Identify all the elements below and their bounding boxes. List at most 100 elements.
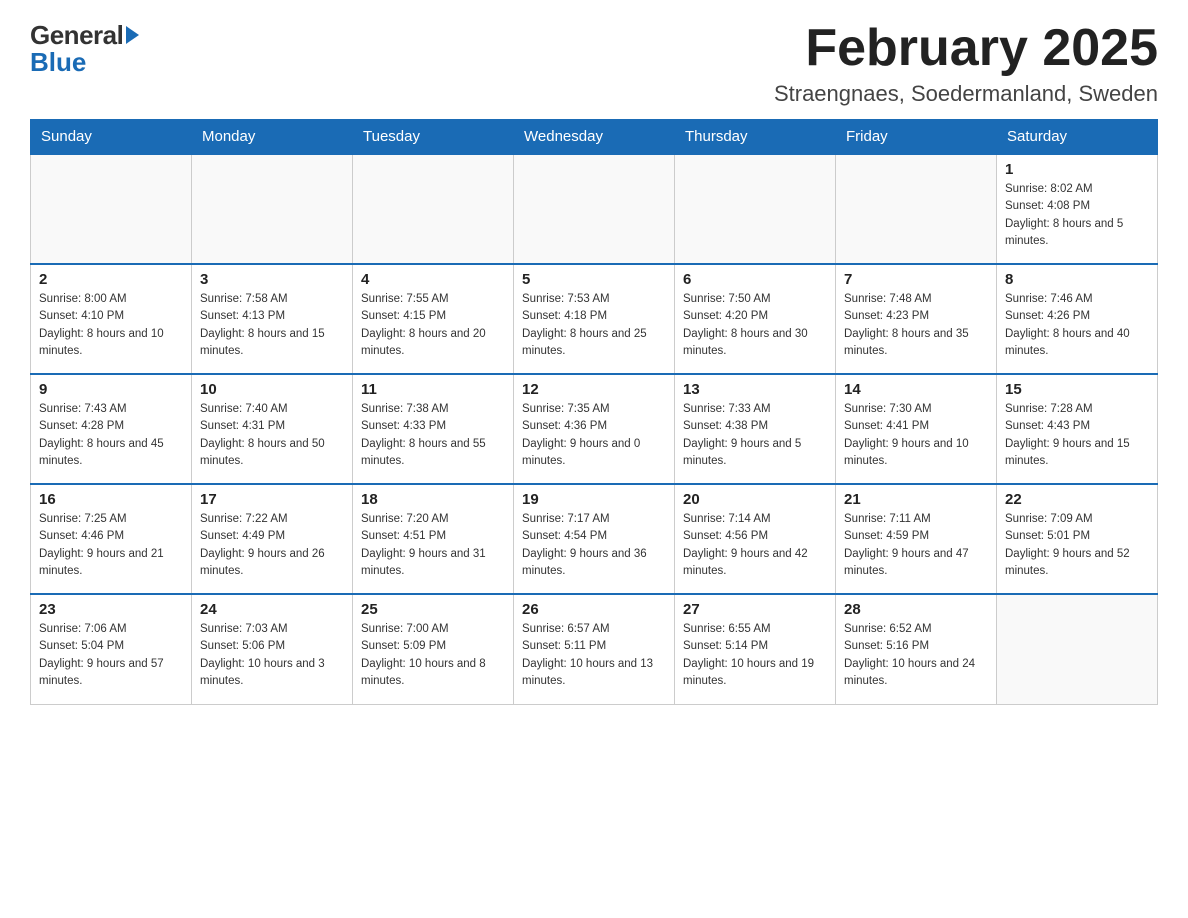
calendar-cell: 22 Sunrise: 7:09 AMSunset: 5:01 PMDayligh…	[997, 484, 1158, 594]
day-number: 16	[39, 491, 183, 508]
calendar-cell: 13 Sunrise: 7:33 AMSunset: 4:38 PMDayligh…	[675, 374, 836, 484]
day-info: Sunrise: 7:09 AMSunset: 5:01 PMDaylight:…	[1005, 511, 1149, 580]
day-info: Sunrise: 7:46 AMSunset: 4:26 PMDaylight:…	[1005, 291, 1149, 360]
weekday-header-friday: Friday	[836, 120, 997, 155]
weekday-header-tuesday: Tuesday	[353, 120, 514, 155]
calendar-cell: 4 Sunrise: 7:55 AMSunset: 4:15 PMDaylight…	[353, 264, 514, 374]
day-number: 8	[1005, 271, 1149, 288]
calendar-cell	[675, 154, 836, 264]
calendar-cell: 11 Sunrise: 7:38 AMSunset: 4:33 PMDayligh…	[353, 374, 514, 484]
calendar-week-row: 2 Sunrise: 8:00 AMSunset: 4:10 PMDaylight…	[31, 264, 1158, 374]
page-header: General Blue February 2025 Straengnaes, …	[30, 20, 1158, 107]
day-info: Sunrise: 8:02 AMSunset: 4:08 PMDaylight:…	[1005, 181, 1149, 250]
day-info: Sunrise: 7:50 AMSunset: 4:20 PMDaylight:…	[683, 291, 827, 360]
calendar-cell: 8 Sunrise: 7:46 AMSunset: 4:26 PMDaylight…	[997, 264, 1158, 374]
day-info: Sunrise: 6:52 AMSunset: 5:16 PMDaylight:…	[844, 621, 988, 690]
calendar-header: SundayMondayTuesdayWednesdayThursdayFrid…	[31, 120, 1158, 155]
day-info: Sunrise: 7:03 AMSunset: 5:06 PMDaylight:…	[200, 621, 344, 690]
logo-blue-text: Blue	[30, 47, 86, 78]
day-number: 15	[1005, 381, 1149, 398]
calendar-week-row: 23 Sunrise: 7:06 AMSunset: 5:04 PMDayligh…	[31, 594, 1158, 704]
day-number: 9	[39, 381, 183, 398]
calendar-cell: 23 Sunrise: 7:06 AMSunset: 5:04 PMDayligh…	[31, 594, 192, 704]
day-number: 18	[361, 491, 505, 508]
weekday-header-sunday: Sunday	[31, 120, 192, 155]
logo: General Blue	[30, 20, 139, 78]
day-number: 13	[683, 381, 827, 398]
day-number: 27	[683, 601, 827, 618]
day-number: 4	[361, 271, 505, 288]
weekday-header-thursday: Thursday	[675, 120, 836, 155]
calendar-cell	[514, 154, 675, 264]
calendar-week-row: 9Sunrise: 7:43 AMSunset: 4:28 PMDaylight…	[31, 374, 1158, 484]
calendar-cell: 3Sunrise: 7:58 AMSunset: 4:13 PMDaylight…	[192, 264, 353, 374]
day-number: 11	[361, 381, 505, 398]
weekday-header-wednesday: Wednesday	[514, 120, 675, 155]
day-info: Sunrise: 8:00 AMSunset: 4:10 PMDaylight:…	[39, 291, 183, 360]
day-info: Sunrise: 7:20 AMSunset: 4:51 PMDaylight:…	[361, 511, 505, 580]
day-info: Sunrise: 7:35 AMSunset: 4:36 PMDaylight:…	[522, 401, 666, 470]
day-number: 7	[844, 271, 988, 288]
calendar-cell: 5 Sunrise: 7:53 AMSunset: 4:18 PMDaylight…	[514, 264, 675, 374]
calendar-cell: 27Sunrise: 6:55 AMSunset: 5:14 PMDayligh…	[675, 594, 836, 704]
calendar-body: 1 Sunrise: 8:02 AMSunset: 4:08 PMDaylight…	[31, 154, 1158, 704]
calendar-cell	[353, 154, 514, 264]
day-number: 28	[844, 601, 988, 618]
weekday-row: SundayMondayTuesdayWednesdayThursdayFrid…	[31, 120, 1158, 155]
day-info: Sunrise: 7:30 AMSunset: 4:41 PMDaylight:…	[844, 401, 988, 470]
day-number: 6	[683, 271, 827, 288]
calendar-cell: 26 Sunrise: 6:57 AMSunset: 5:11 PMDayligh…	[514, 594, 675, 704]
day-info: Sunrise: 6:57 AMSunset: 5:11 PMDaylight:…	[522, 621, 666, 690]
calendar-cell	[997, 594, 1158, 704]
logo-chevron-icon	[126, 26, 139, 44]
day-number: 17	[200, 491, 344, 508]
calendar-table: SundayMondayTuesdayWednesdayThursdayFrid…	[30, 119, 1158, 705]
day-info: Sunrise: 7:17 AMSunset: 4:54 PMDaylight:…	[522, 511, 666, 580]
day-info: Sunrise: 7:06 AMSunset: 5:04 PMDaylight:…	[39, 621, 183, 690]
calendar-cell: 2 Sunrise: 8:00 AMSunset: 4:10 PMDaylight…	[31, 264, 192, 374]
day-info: Sunrise: 7:48 AMSunset: 4:23 PMDaylight:…	[844, 291, 988, 360]
day-info: Sunrise: 7:28 AMSunset: 4:43 PMDaylight:…	[1005, 401, 1149, 470]
day-number: 24	[200, 601, 344, 618]
month-title: February 2025	[774, 20, 1158, 77]
day-number: 23	[39, 601, 183, 618]
calendar-cell: 6 Sunrise: 7:50 AMSunset: 4:20 PMDaylight…	[675, 264, 836, 374]
day-number: 5	[522, 271, 666, 288]
day-info: Sunrise: 7:55 AMSunset: 4:15 PMDaylight:…	[361, 291, 505, 360]
calendar-cell: 1 Sunrise: 8:02 AMSunset: 4:08 PMDaylight…	[997, 154, 1158, 264]
calendar-cell	[836, 154, 997, 264]
day-info: Sunrise: 7:22 AMSunset: 4:49 PMDaylight:…	[200, 511, 344, 580]
calendar-cell: 18 Sunrise: 7:20 AMSunset: 4:51 PMDayligh…	[353, 484, 514, 594]
calendar-cell: 16Sunrise: 7:25 AMSunset: 4:46 PMDayligh…	[31, 484, 192, 594]
calendar-cell: 28 Sunrise: 6:52 AMSunset: 5:16 PMDayligh…	[836, 594, 997, 704]
day-info: Sunrise: 7:00 AMSunset: 5:09 PMDaylight:…	[361, 621, 505, 690]
day-number: 22	[1005, 491, 1149, 508]
day-info: Sunrise: 7:38 AMSunset: 4:33 PMDaylight:…	[361, 401, 505, 470]
calendar-cell: 25 Sunrise: 7:00 AMSunset: 5:09 PMDayligh…	[353, 594, 514, 704]
calendar-cell: 7 Sunrise: 7:48 AMSunset: 4:23 PMDaylight…	[836, 264, 997, 374]
calendar-cell: 15 Sunrise: 7:28 AMSunset: 4:43 PMDayligh…	[997, 374, 1158, 484]
day-number: 14	[844, 381, 988, 398]
day-info: Sunrise: 7:53 AMSunset: 4:18 PMDaylight:…	[522, 291, 666, 360]
day-number: 19	[522, 491, 666, 508]
day-number: 1	[1005, 161, 1149, 178]
day-info: Sunrise: 7:33 AMSunset: 4:38 PMDaylight:…	[683, 401, 827, 470]
day-number: 12	[522, 381, 666, 398]
weekday-header-saturday: Saturday	[997, 120, 1158, 155]
day-number: 3	[200, 271, 344, 288]
day-number: 21	[844, 491, 988, 508]
calendar-cell: 9Sunrise: 7:43 AMSunset: 4:28 PMDaylight…	[31, 374, 192, 484]
day-number: 25	[361, 601, 505, 618]
calendar-cell: 14 Sunrise: 7:30 AMSunset: 4:41 PMDayligh…	[836, 374, 997, 484]
day-number: 20	[683, 491, 827, 508]
calendar-cell: 24 Sunrise: 7:03 AMSunset: 5:06 PMDayligh…	[192, 594, 353, 704]
calendar-cell	[192, 154, 353, 264]
day-number: 2	[39, 271, 183, 288]
weekday-header-monday: Monday	[192, 120, 353, 155]
day-number: 10	[200, 381, 344, 398]
calendar-cell: 19 Sunrise: 7:17 AMSunset: 4:54 PMDayligh…	[514, 484, 675, 594]
day-number: 26	[522, 601, 666, 618]
calendar-cell	[31, 154, 192, 264]
title-section: February 2025 Straengnaes, Soedermanland…	[774, 20, 1158, 107]
day-info: Sunrise: 7:11 AMSunset: 4:59 PMDaylight:…	[844, 511, 988, 580]
